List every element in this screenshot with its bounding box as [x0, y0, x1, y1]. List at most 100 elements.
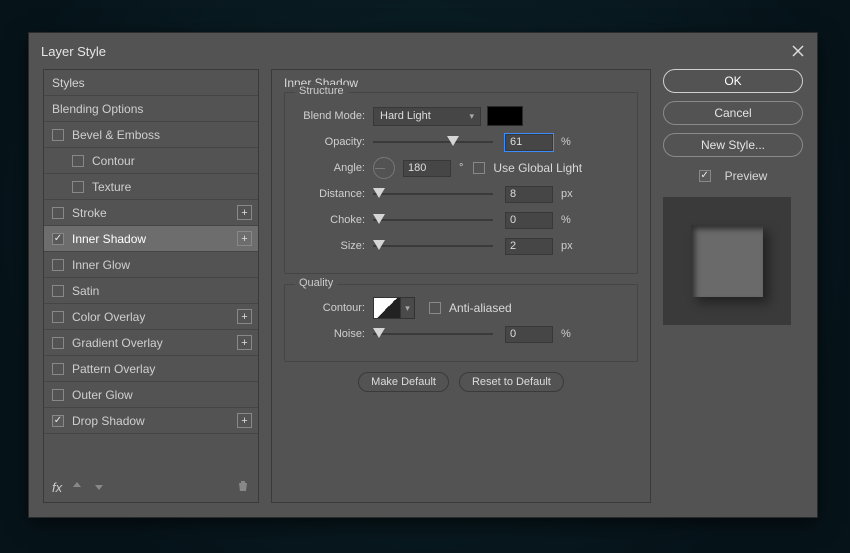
style-item-inner-glow[interactable]: Inner Glow	[44, 252, 258, 278]
style-label: Pattern Overlay	[72, 362, 155, 376]
noise-label: Noise:	[297, 328, 373, 340]
style-item-color-overlay[interactable]: Color Overlay+	[44, 304, 258, 330]
style-checkbox[interactable]	[72, 155, 84, 167]
blending-options-label: Blending Options	[52, 102, 143, 116]
layer-style-dialog: Layer Style Styles Blending Options Beve…	[28, 32, 818, 518]
distance-label: Distance:	[297, 188, 373, 200]
preview-label: Preview	[725, 169, 768, 183]
cancel-button[interactable]: Cancel	[663, 101, 803, 125]
blend-mode-label: Blend Mode:	[297, 110, 373, 122]
style-label: Drop Shadow	[72, 414, 145, 428]
size-unit: px	[561, 240, 573, 252]
shadow-color-swatch[interactable]	[487, 106, 523, 126]
style-item-contour[interactable]: Contour	[44, 148, 258, 174]
styles-header[interactable]: Styles	[44, 70, 258, 96]
dialog-title: Layer Style	[41, 44, 791, 59]
style-checkbox[interactable]	[52, 259, 64, 271]
structure-group: Structure Blend Mode: Hard Light ▾ Opaci…	[284, 92, 638, 274]
opacity-field[interactable]: 61	[505, 134, 553, 151]
contour-dropdown[interactable]: ▾	[401, 297, 415, 319]
style-item-stroke[interactable]: Stroke +	[44, 200, 258, 226]
angle-unit: °	[459, 162, 463, 174]
arrow-down-icon[interactable]	[92, 479, 106, 496]
settings-panel: Inner Shadow Structure Blend Mode: Hard …	[271, 69, 651, 503]
style-checkbox[interactable]	[52, 233, 64, 245]
style-checkbox[interactable]	[52, 285, 64, 297]
noise-unit: %	[561, 328, 571, 340]
choke-unit: %	[561, 214, 571, 226]
size-field[interactable]: 2	[505, 238, 553, 255]
contour-label: Contour:	[297, 302, 373, 314]
choke-field[interactable]: 0	[505, 212, 553, 229]
blending-options-row[interactable]: Blending Options	[44, 96, 258, 122]
structure-legend: Structure	[295, 85, 348, 97]
preview-checkbox[interactable]	[699, 170, 711, 182]
style-checkbox[interactable]	[52, 207, 64, 219]
style-item-bevel-emboss[interactable]: Bevel & Emboss	[44, 122, 258, 148]
style-label: Inner Glow	[72, 258, 130, 272]
style-checkbox[interactable]	[52, 129, 64, 141]
right-panel: OK Cancel New Style... Preview	[663, 69, 803, 503]
size-slider[interactable]	[373, 239, 493, 253]
noise-slider[interactable]	[373, 327, 493, 341]
arrow-up-icon[interactable]	[70, 479, 84, 496]
anti-aliased-label: Anti-aliased	[449, 301, 512, 315]
blend-mode-value: Hard Light	[380, 110, 431, 122]
style-checkbox[interactable]	[52, 363, 64, 375]
preview-box	[663, 197, 791, 325]
new-style-button[interactable]: New Style...	[663, 133, 803, 157]
choke-label: Choke:	[297, 214, 373, 226]
anti-aliased-checkbox[interactable]	[429, 302, 441, 314]
style-label: Satin	[72, 284, 99, 298]
choke-slider[interactable]	[373, 213, 493, 227]
chevron-down-icon: ▾	[405, 303, 410, 314]
style-item-outer-glow[interactable]: Outer Glow	[44, 382, 258, 408]
plus-icon[interactable]: +	[237, 413, 252, 428]
style-checkbox[interactable]	[72, 181, 84, 193]
style-label: Gradient Overlay	[72, 336, 163, 350]
distance-slider[interactable]	[373, 187, 493, 201]
styles-footer: fx	[44, 472, 258, 502]
reset-default-button[interactable]: Reset to Default	[459, 372, 564, 392]
plus-icon[interactable]: +	[237, 231, 252, 246]
plus-icon[interactable]: +	[237, 309, 252, 324]
style-label: Inner Shadow	[72, 232, 146, 246]
contour-swatch[interactable]	[373, 297, 401, 319]
ok-button[interactable]: OK	[663, 69, 803, 93]
style-checkbox[interactable]	[52, 415, 64, 427]
opacity-label: Opacity:	[297, 136, 373, 148]
quality-legend: Quality	[295, 277, 337, 289]
style-checkbox[interactable]	[52, 311, 64, 323]
make-default-button[interactable]: Make Default	[358, 372, 449, 392]
distance-field[interactable]: 8	[505, 186, 553, 203]
angle-dial[interactable]	[373, 157, 395, 179]
chevron-down-icon: ▾	[469, 111, 474, 122]
dialog-body: Styles Blending Options Bevel & Emboss Co…	[29, 69, 817, 517]
quality-group: Quality Contour: ▾ Anti-aliased Noise: 0…	[284, 284, 638, 362]
fx-icon[interactable]: fx	[52, 480, 62, 495]
use-global-light-checkbox[interactable]	[473, 162, 485, 174]
preview-swatch	[691, 225, 763, 297]
style-item-satin[interactable]: Satin	[44, 278, 258, 304]
style-item-inner-shadow[interactable]: Inner Shadow +	[44, 226, 258, 252]
style-label: Bevel & Emboss	[72, 128, 160, 142]
angle-label: Angle:	[297, 162, 373, 174]
trash-icon[interactable]	[236, 479, 250, 496]
plus-icon[interactable]: +	[237, 335, 252, 350]
style-checkbox[interactable]	[52, 389, 64, 401]
style-label: Contour	[92, 154, 135, 168]
style-item-drop-shadow[interactable]: Drop Shadow +	[44, 408, 258, 434]
angle-field[interactable]: 180	[403, 160, 451, 177]
style-item-texture[interactable]: Texture	[44, 174, 258, 200]
style-item-pattern-overlay[interactable]: Pattern Overlay	[44, 356, 258, 382]
blend-mode-select[interactable]: Hard Light ▾	[373, 107, 481, 126]
noise-field[interactable]: 0	[505, 326, 553, 343]
style-item-gradient-overlay[interactable]: Gradient Overlay +	[44, 330, 258, 356]
style-label: Stroke	[72, 206, 107, 220]
plus-icon[interactable]: +	[237, 205, 252, 220]
style-checkbox[interactable]	[52, 337, 64, 349]
close-icon[interactable]	[791, 44, 805, 58]
use-global-light-label: Use Global Light	[493, 161, 582, 175]
opacity-slider[interactable]	[373, 135, 493, 149]
distance-unit: px	[561, 188, 573, 200]
